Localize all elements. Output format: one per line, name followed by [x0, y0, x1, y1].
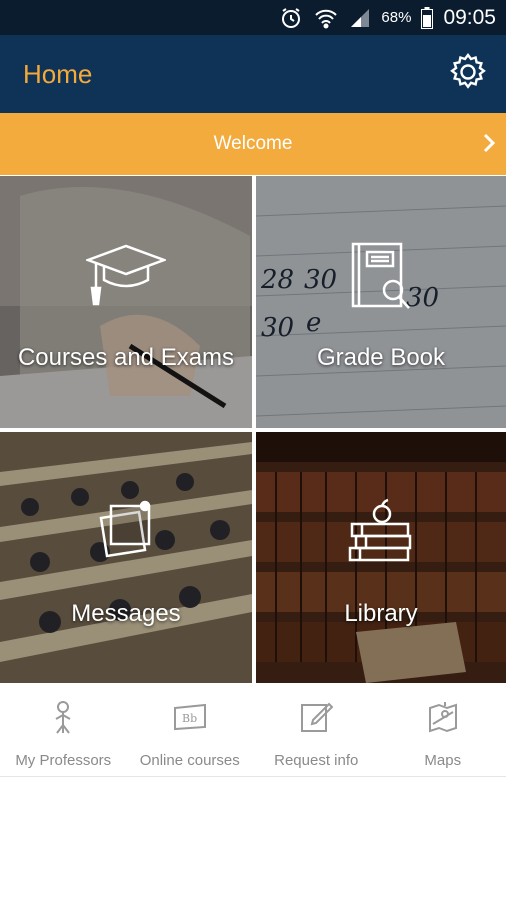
- signal-icon: [349, 7, 371, 29]
- nav-label: Maps: [424, 752, 462, 769]
- bb-icon: Bb: [172, 698, 208, 736]
- svg-text:Bb: Bb: [182, 712, 197, 725]
- tile-messages[interactable]: Messages: [0, 432, 252, 683]
- map-icon: [427, 698, 459, 736]
- books-apple-icon: [346, 498, 416, 573]
- nav-label: Request info: [274, 752, 359, 769]
- alarm-icon: [279, 6, 303, 30]
- welcome-banner[interactable]: Welcome: [0, 113, 506, 175]
- nav-maps[interactable]: Maps: [380, 684, 506, 776]
- gear-icon: [448, 52, 488, 97]
- tile-courses-and-exams[interactable]: Courses and Exams: [0, 176, 252, 428]
- clock: 09:05: [443, 5, 496, 29]
- tile-label: Messages: [71, 600, 181, 627]
- graduation-cap-icon: [84, 242, 168, 317]
- tile-label: Library: [344, 600, 418, 627]
- tile-label: Grade Book: [316, 344, 446, 371]
- tile-library[interactable]: Library: [256, 432, 506, 683]
- chevron-right-icon: [482, 132, 496, 160]
- status-bar: 68% 09:05: [0, 0, 506, 35]
- tile-grade-book[interactable]: 28 30 30 30 e Grade Book: [256, 176, 506, 428]
- app-bar: Home: [0, 35, 506, 113]
- notes-icon: [93, 498, 159, 569]
- nav-label: Online courses: [139, 752, 240, 769]
- nav-label: My Professors: [15, 752, 112, 769]
- settings-button[interactable]: [446, 52, 490, 96]
- nav-online-courses[interactable]: Bb Online courses: [127, 684, 254, 776]
- battery-percent: 68%: [381, 9, 412, 26]
- notebook-search-icon: [349, 242, 413, 317]
- page-title: Home: [23, 58, 93, 89]
- edit-icon: [299, 698, 334, 736]
- welcome-label: Welcome: [213, 133, 293, 154]
- nav-my-professors[interactable]: My Professors: [0, 684, 127, 776]
- bottom-nav: My Professors Bb Online courses Request …: [0, 684, 506, 777]
- battery-icon: [421, 6, 434, 29]
- professor-icon: [48, 698, 78, 736]
- wifi-icon: [313, 6, 339, 30]
- tile-label: Courses and Exams: [17, 344, 235, 371]
- nav-request-info[interactable]: Request info: [253, 684, 380, 776]
